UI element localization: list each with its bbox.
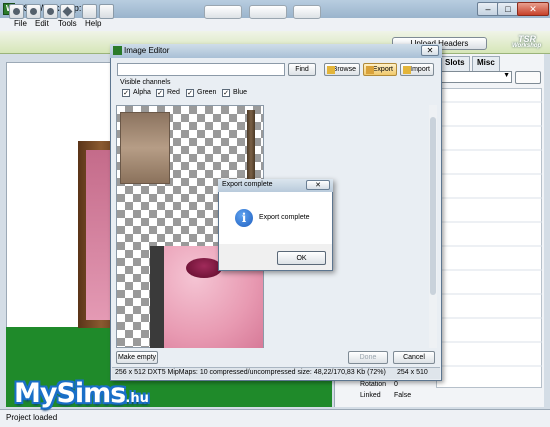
folder-icon [327, 66, 335, 74]
toolbar-button-c[interactable] [293, 5, 321, 19]
blue-checkbox[interactable]: ✓ [222, 89, 230, 97]
scrollbar-thumb[interactable] [430, 117, 436, 295]
image-editor-close-button[interactable]: ✕ [421, 45, 439, 56]
export-label: Export [372, 66, 393, 73]
right-panel-dropdown[interactable]: ▼ [436, 71, 512, 83]
menu-help[interactable]: Help [85, 19, 101, 28]
tsr-workshop-logo: TSR Workshop [512, 34, 546, 52]
folder-icon[interactable] [515, 71, 541, 84]
import-icon [403, 66, 411, 74]
mysims-watermark: MySims.hu [14, 378, 149, 409]
green-label: Green [197, 89, 217, 96]
toolbar-button-b[interactable] [249, 5, 287, 19]
red-checkbox[interactable]: ✓ [156, 89, 164, 97]
alpha-checkbox[interactable]: ✓ [122, 89, 130, 97]
dialog-close-button[interactable]: ✕ [306, 180, 330, 190]
status-bar: Project loaded [0, 409, 550, 427]
menu-bar: File Edit Tools Help [0, 18, 550, 31]
import-button[interactable]: Import [400, 63, 434, 76]
paint-icon[interactable] [99, 4, 114, 19]
red-label: Red [167, 89, 180, 96]
image-search-input[interactable] [117, 63, 285, 76]
ok-button[interactable]: OK [277, 251, 326, 265]
image-editor-title: Image Editor [124, 46, 170, 55]
dialog-title: Export complete [222, 181, 273, 188]
watermark-brand: MySims [14, 378, 126, 409]
green-checkbox[interactable]: ✓ [186, 89, 194, 97]
tab-slots[interactable]: Slots [440, 56, 470, 72]
alpha-label: Alpha [133, 89, 151, 96]
logo-line2: Workshop [512, 43, 542, 49]
blue-label: Blue [233, 89, 248, 96]
cancel-button[interactable]: Cancel [393, 351, 435, 364]
chevron-down-icon: ▼ [503, 72, 510, 79]
visible-channels-label: Visible channels [120, 79, 171, 86]
info-icon: i [235, 209, 253, 227]
property-row-linked[interactable]: Linked False [336, 392, 542, 402]
view-diamond-icon[interactable] [60, 4, 75, 19]
menu-file[interactable]: File [14, 19, 27, 28]
image-editor-scrollbar[interactable] [429, 105, 437, 348]
property-grid-lines [436, 101, 542, 367]
browse-button[interactable]: Browse [324, 63, 360, 76]
export-icon [366, 66, 374, 74]
texture-wood-panel [120, 112, 170, 184]
view-sphere-icon[interactable] [9, 4, 24, 19]
minimize-button[interactable]: – [477, 2, 499, 16]
texture-frame-strip [247, 110, 255, 182]
toolbar-button-a[interactable] [204, 5, 242, 19]
texture-portrait-shadow [150, 246, 164, 348]
texture-portrait-lips [186, 258, 222, 278]
status-text: Project loaded [6, 413, 58, 422]
property-value: 0 [394, 381, 398, 388]
find-button[interactable]: Find [288, 63, 316, 76]
property-key: Linked [360, 392, 381, 399]
image-editor-status-bar: 256 x 512 DXT5 MipMaps: 10 compressed/un… [112, 367, 440, 379]
dialog-message: Export complete [259, 214, 310, 221]
maximize-button[interactable]: □ [497, 2, 519, 16]
property-key: Rotation [360, 381, 387, 388]
tab-misc[interactable]: Misc [472, 56, 500, 72]
property-row-rotation[interactable]: Rotation 0 [336, 381, 542, 391]
export-button[interactable]: Export [363, 63, 397, 76]
property-value: False [394, 392, 412, 399]
grid-icon[interactable] [82, 4, 97, 19]
close-button[interactable]: ✕ [517, 2, 549, 16]
browse-label: Browse [332, 66, 356, 73]
view-shaded-icon[interactable] [26, 4, 41, 19]
texture-dimensions: 254 x 510 [397, 369, 428, 376]
menu-edit[interactable]: Edit [35, 19, 49, 28]
menu-tools[interactable]: Tools [58, 19, 77, 28]
texture-info: 256 x 512 DXT5 MipMaps: 10 compressed/un… [115, 369, 386, 376]
view-lit-icon[interactable] [43, 4, 58, 19]
done-button[interactable]: Done [348, 351, 388, 364]
make-empty-button[interactable]: Make empty [116, 351, 158, 364]
watermark-suffix: .hu [125, 391, 149, 406]
import-label: Import [410, 66, 430, 73]
image-editor-icon [113, 46, 122, 55]
